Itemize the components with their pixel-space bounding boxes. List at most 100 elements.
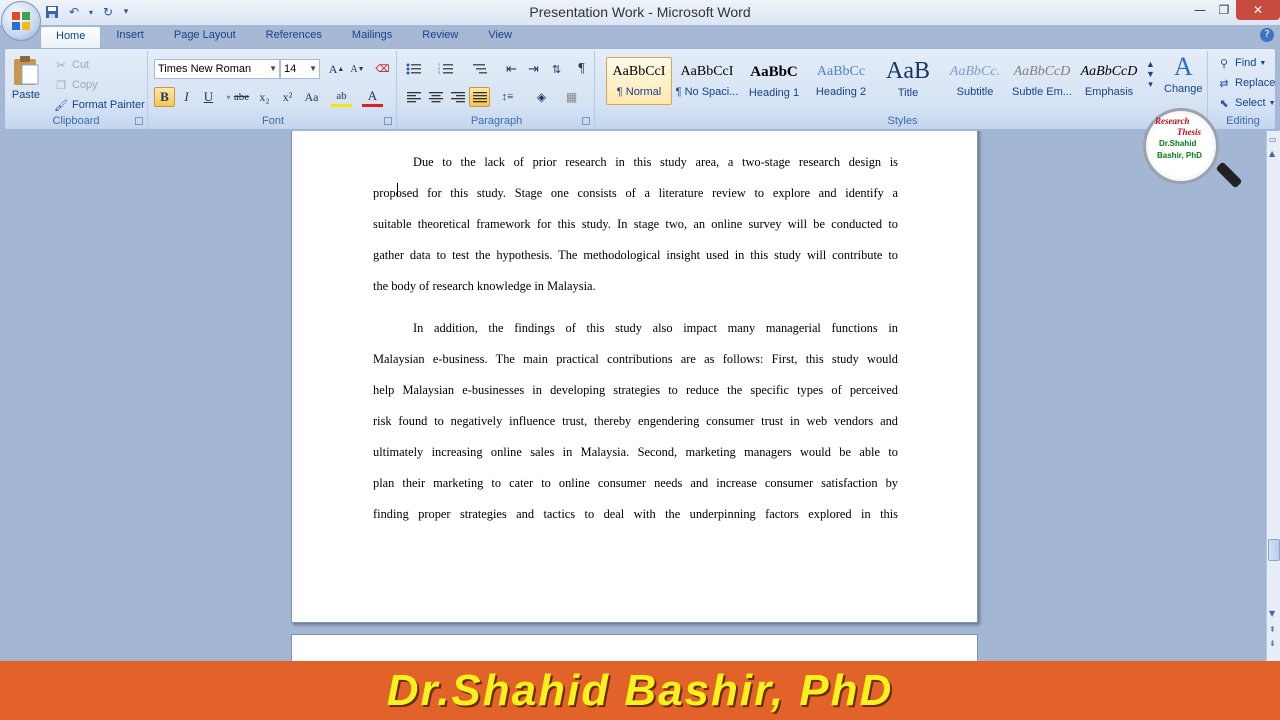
tab-insert[interactable]: Insert [101,26,159,48]
sort-icon[interactable]: ⇅ [546,59,567,79]
scroll-up-icon[interactable]: ▲ [1269,149,1275,158]
format-painter-label: Format Painter [72,99,145,111]
style-subtitle[interactable]: AaBbCc. Subtitle [942,57,1008,105]
change-styles-label: Change [1164,83,1203,95]
copy-button[interactable]: ❐ Copy [53,77,98,93]
help-icon[interactable]: ? [1260,28,1274,42]
style-emphasis[interactable]: AaBbCcD Emphasis [1076,57,1142,105]
style-normal[interactable]: AaBbCcI ¶ Normal [606,57,672,105]
font-color-button[interactable]: A [362,87,383,107]
align-left-icon[interactable] [403,87,424,107]
font-group: Times New Roman ▼ 14 ▼ A ▲ A ▼ ⌫ B I U ▾ a… [150,51,397,129]
text-line: risk found to negatively influence trust… [373,414,898,428]
style-sample: AaBbCcI [680,64,734,79]
italic-button[interactable]: I [176,87,197,107]
change-styles-button[interactable]: A Change [1164,53,1203,96]
styles-gallery-scroll[interactable]: ▲ ▼ ▾ [1146,59,1155,90]
tab-page-layout[interactable]: Page Layout [159,26,251,48]
borders-icon[interactable]: ▦ [561,87,582,107]
text-line: Malaysian e-business. The main practical… [373,352,898,366]
style-subtle-emphasis[interactable]: AaBbCcD Subtle Em... [1009,57,1075,105]
font-group-label: Font [261,115,284,127]
style-title[interactable]: AaB Title [875,57,941,105]
subscript-button[interactable]: x₂ [254,87,275,107]
strikethrough-button[interactable]: abe [231,87,252,107]
clipboard-dialog-launcher[interactable] [135,117,143,125]
style-heading-1[interactable]: AaBbC Heading 1 [741,57,807,105]
font-size-combo[interactable]: 14 ▼ [280,59,320,79]
text-line: plan their marketing to cater to online … [373,476,898,490]
style-sample: AaB [886,58,930,84]
document-page[interactable]: Due to the lack of prior research in thi… [291,131,978,623]
style-sample: AaBbCcI [612,64,666,79]
multilevel-list-icon[interactable] [469,59,490,79]
shading-icon[interactable]: ◈ [531,87,552,107]
numbering-icon[interactable]: 123 [435,59,456,79]
change-case-button[interactable]: Aa [301,87,322,107]
scroll-down-icon[interactable]: ▼ [1269,609,1275,618]
paragraph-group-label: Paragraph [470,115,523,127]
presenter-name: Dr.Shahid Bashir, PhD [386,665,894,715]
close-button[interactable]: ✕ [1236,0,1280,20]
copy-label: Copy [72,79,98,91]
shrink-font-button[interactable]: A ▼ [347,59,368,79]
style-name: ¶ Normal [616,86,662,98]
style-name: Emphasis [1084,86,1134,98]
vertical-scrollbar[interactable]: ▭ ▲ ▼ ⇞ ⇟ [1266,131,1280,661]
tab-review[interactable]: Review [407,26,473,48]
show-hide-pilcrow-icon[interactable]: ¶ [571,59,592,79]
previous-page-icon[interactable]: ⇞ [1269,625,1276,634]
tab-references[interactable]: References [251,26,337,48]
restore-button[interactable]: ❐ [1210,0,1238,20]
next-document-page[interactable] [291,634,978,661]
body-paragraph-1[interactable]: Due to the lack of prior research in thi… [373,154,898,309]
grow-font-button[interactable]: A ▲ [326,59,347,79]
style-no-spacing[interactable]: AaBbCcI ¶ No Spaci... [674,57,740,105]
ruler-toggle-icon[interactable]: ▭ [1269,135,1277,144]
style-name: Subtle Em... [1012,86,1072,98]
highlight-button[interactable]: ab [331,87,352,107]
align-right-icon[interactable] [447,87,468,107]
chevron-down-icon: ▼ [1146,69,1155,79]
next-page-icon[interactable]: ⇟ [1269,639,1276,648]
underline-button[interactable]: U [198,87,219,107]
superscript-button[interactable]: x² [277,87,298,107]
paste-button[interactable]: Paste [11,55,41,101]
format-painter-button[interactable]: 🖌 Format Painter [53,97,145,113]
scrollbar-thumb[interactable] [1268,539,1280,561]
font-name-value: Times New Roman [158,63,252,75]
font-dialog-launcher[interactable] [384,117,392,125]
paragraph-dialog-launcher[interactable] [582,117,590,125]
logo-line-4: Bashir, PhD [1157,151,1202,160]
select-label: Select [1235,97,1266,109]
text-line: gather data to test the hypothesis. The … [373,248,898,262]
font-name-combo[interactable]: Times New Roman ▼ [154,59,280,79]
bold-button[interactable]: B [154,87,175,107]
document-area[interactable]: Due to the lack of prior research in thi… [0,131,1266,661]
line-spacing-icon[interactable]: ↕≡ [497,87,518,107]
office-button[interactable] [1,1,41,41]
text-line: In addition, the findings of this study … [413,321,898,335]
cut-button[interactable]: ✂ Cut [53,57,89,73]
paintbrush-icon: 🖌 [54,99,68,112]
logo-line-1: Research [1155,116,1190,126]
text-line: help Malaysian e-businesses in developin… [373,383,898,397]
align-center-icon[interactable] [425,87,446,107]
logo-line-2: Thesis [1177,127,1202,137]
tab-mailings[interactable]: Mailings [337,26,407,48]
justify-icon[interactable] [469,87,490,107]
title-bar: ↶ ▾ ↻ ▾ Presentation Work - Microsoft Wo… [0,0,1280,41]
tab-home[interactable]: Home [40,26,102,48]
bullets-icon[interactable] [403,59,424,79]
replace-button[interactable]: ⇄ Replace [1216,75,1275,91]
body-paragraph-2[interactable]: In addition, the findings of this study … [373,320,898,537]
chevron-up-icon: ▲ [1146,59,1155,69]
style-sample: AaBbCcD [1013,64,1071,79]
decrease-indent-icon[interactable]: ⇤ [501,59,522,79]
increase-indent-icon[interactable]: ⇥ [523,59,544,79]
tab-view[interactable]: View [473,26,527,48]
find-button[interactable]: ⚲ Find ▼ [1216,55,1266,71]
clear-formatting-button[interactable]: ⌫ [372,59,393,79]
ribbon: Paste ✂ Cut ❐ Copy 🖌 Format Painter Clip… [4,48,1276,130]
style-heading-2[interactable]: AaBbCc Heading 2 [808,57,874,105]
